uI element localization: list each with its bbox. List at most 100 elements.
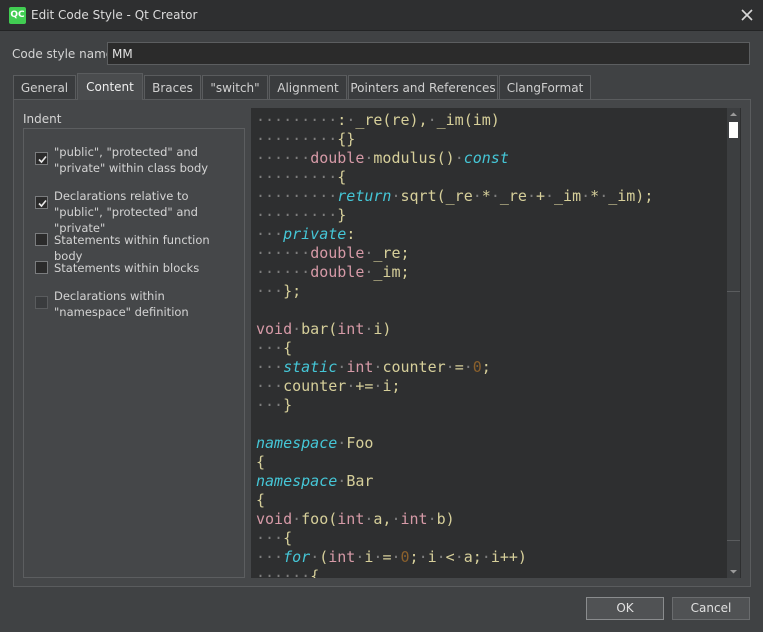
code-preview-editor[interactable]: ·········:·_re(re),·_im(im) ·········{} ··… (251, 108, 741, 578)
code-token: Foo (346, 434, 374, 452)
code-token: _im (554, 187, 582, 205)
code-token: ··· (256, 282, 284, 300)
code-token: 0 (472, 358, 482, 376)
code-line: { (256, 491, 736, 510)
code-token: · (292, 510, 302, 528)
code-line: { (256, 453, 736, 472)
indent-access-specifiers-label: "public", "protected" and "private" with… (54, 145, 209, 175)
code-token: : (346, 225, 356, 243)
code-line: ···{ (256, 339, 736, 358)
code-line: ·········{} (256, 130, 736, 149)
scroll-down-arrow-icon[interactable] (727, 565, 740, 578)
code-line: namespace·Bar (256, 472, 736, 491)
tab-general[interactable]: General (13, 75, 76, 99)
code-token: a, (373, 510, 392, 528)
code-token: ······ (256, 263, 311, 281)
code-line: ·········} (256, 206, 736, 225)
code-preview-text: ·········:·_re(re),·_im(im) ·········{} ··… (256, 111, 736, 578)
code-token: void (256, 320, 293, 338)
code-token: ······ (256, 244, 311, 262)
indent-declarations-relative-checkbox[interactable] (35, 196, 48, 209)
code-line: ·········:·_re(re),·_im(im) (256, 111, 736, 130)
code-line: ······double·_im; (256, 263, 736, 282)
indent-access-specifiers-checkbox[interactable] (35, 152, 48, 165)
indent-group-title: Indent (23, 112, 62, 126)
code-token: const (463, 149, 509, 167)
code-token: { (283, 339, 293, 357)
code-token: int (346, 358, 374, 376)
code-token: i (427, 548, 437, 566)
title-bar: QC Edit Code Style - Qt Creator (0, 0, 763, 31)
code-token: counter (283, 377, 347, 395)
code-line: ·········return·sqrt(_re·*·_re·+·_im·*·_… (256, 187, 736, 206)
indent-statements-blocks-label: Statements within blocks (54, 261, 200, 275)
ok-button[interactable]: OK (586, 597, 664, 620)
code-token: }; (283, 282, 302, 300)
code-token: return (337, 187, 392, 205)
code-token: _re (499, 187, 527, 205)
code-style-name-label: Code style name: (12, 47, 118, 61)
code-token: ······ (256, 567, 311, 578)
code-token: 0 (400, 548, 410, 566)
code-line: void·bar(int·i) (256, 320, 736, 339)
code-token: { (256, 453, 266, 471)
code-token: modulus() (373, 149, 455, 167)
code-token: * (481, 187, 491, 205)
code-token: {} (337, 130, 356, 148)
code-token: namespace (256, 472, 338, 490)
code-token: · (292, 320, 302, 338)
tab-switch[interactable]: "switch" (202, 75, 268, 99)
code-token: int (337, 510, 365, 528)
code-token: · (337, 358, 347, 376)
code-token: · (454, 149, 464, 167)
code-token: { (256, 491, 266, 509)
code-token: · (346, 111, 356, 129)
code-token: ; (481, 358, 491, 376)
code-token: · (463, 358, 473, 376)
code-token: ········· (256, 130, 338, 148)
code-token: { (337, 168, 347, 186)
indent-namespace-declarations-checkbox[interactable] (35, 296, 48, 309)
code-line: ·········{ (256, 168, 736, 187)
indent-statements-function-body-checkbox[interactable] (35, 233, 48, 246)
code-token: counter (382, 358, 446, 376)
code-token: + (535, 187, 545, 205)
close-icon[interactable] (735, 3, 759, 27)
code-token: int (337, 320, 365, 338)
code-token: · (337, 472, 347, 490)
code-line: ······double·modulus()·const (256, 149, 736, 168)
code-token: sqrt(_re (400, 187, 473, 205)
code-token: private (283, 225, 347, 243)
code-token: · (427, 111, 437, 129)
indent-statements-blocks-checkbox[interactable] (35, 261, 48, 274)
tab-clangformat[interactable]: ClangFormat (499, 75, 591, 99)
tab-braces[interactable]: Braces (144, 75, 201, 99)
code-token: · (427, 510, 437, 528)
code-token: · (490, 187, 500, 205)
checkmark-icon (38, 199, 47, 208)
code-token: int (400, 510, 428, 528)
scroll-up-arrow-icon[interactable] (727, 108, 740, 121)
code-token: · (436, 548, 446, 566)
tab-pointers-and-references[interactable]: Pointers and References (348, 75, 498, 99)
qt-creator-logo-icon: QC (9, 7, 26, 24)
code-token: ··· (256, 529, 284, 547)
code-token: { (310, 567, 320, 578)
vertical-scrollbar[interactable] (727, 108, 740, 578)
code-token: ··· (256, 358, 284, 376)
code-line: ···} (256, 396, 736, 415)
code-style-name-input[interactable] (107, 42, 750, 65)
code-token: · (481, 548, 491, 566)
scrollbar-thumb[interactable] (729, 122, 738, 138)
tab-alignment[interactable]: Alignment (269, 75, 347, 99)
code-token: i; (382, 377, 401, 395)
code-token: Bar (346, 472, 374, 490)
cancel-button[interactable]: Cancel (672, 597, 750, 620)
code-token: · (445, 358, 455, 376)
code-line: ···}; (256, 282, 736, 301)
tab-content[interactable]: Content (77, 73, 143, 100)
code-token: · (454, 548, 464, 566)
code-token: · (472, 187, 482, 205)
